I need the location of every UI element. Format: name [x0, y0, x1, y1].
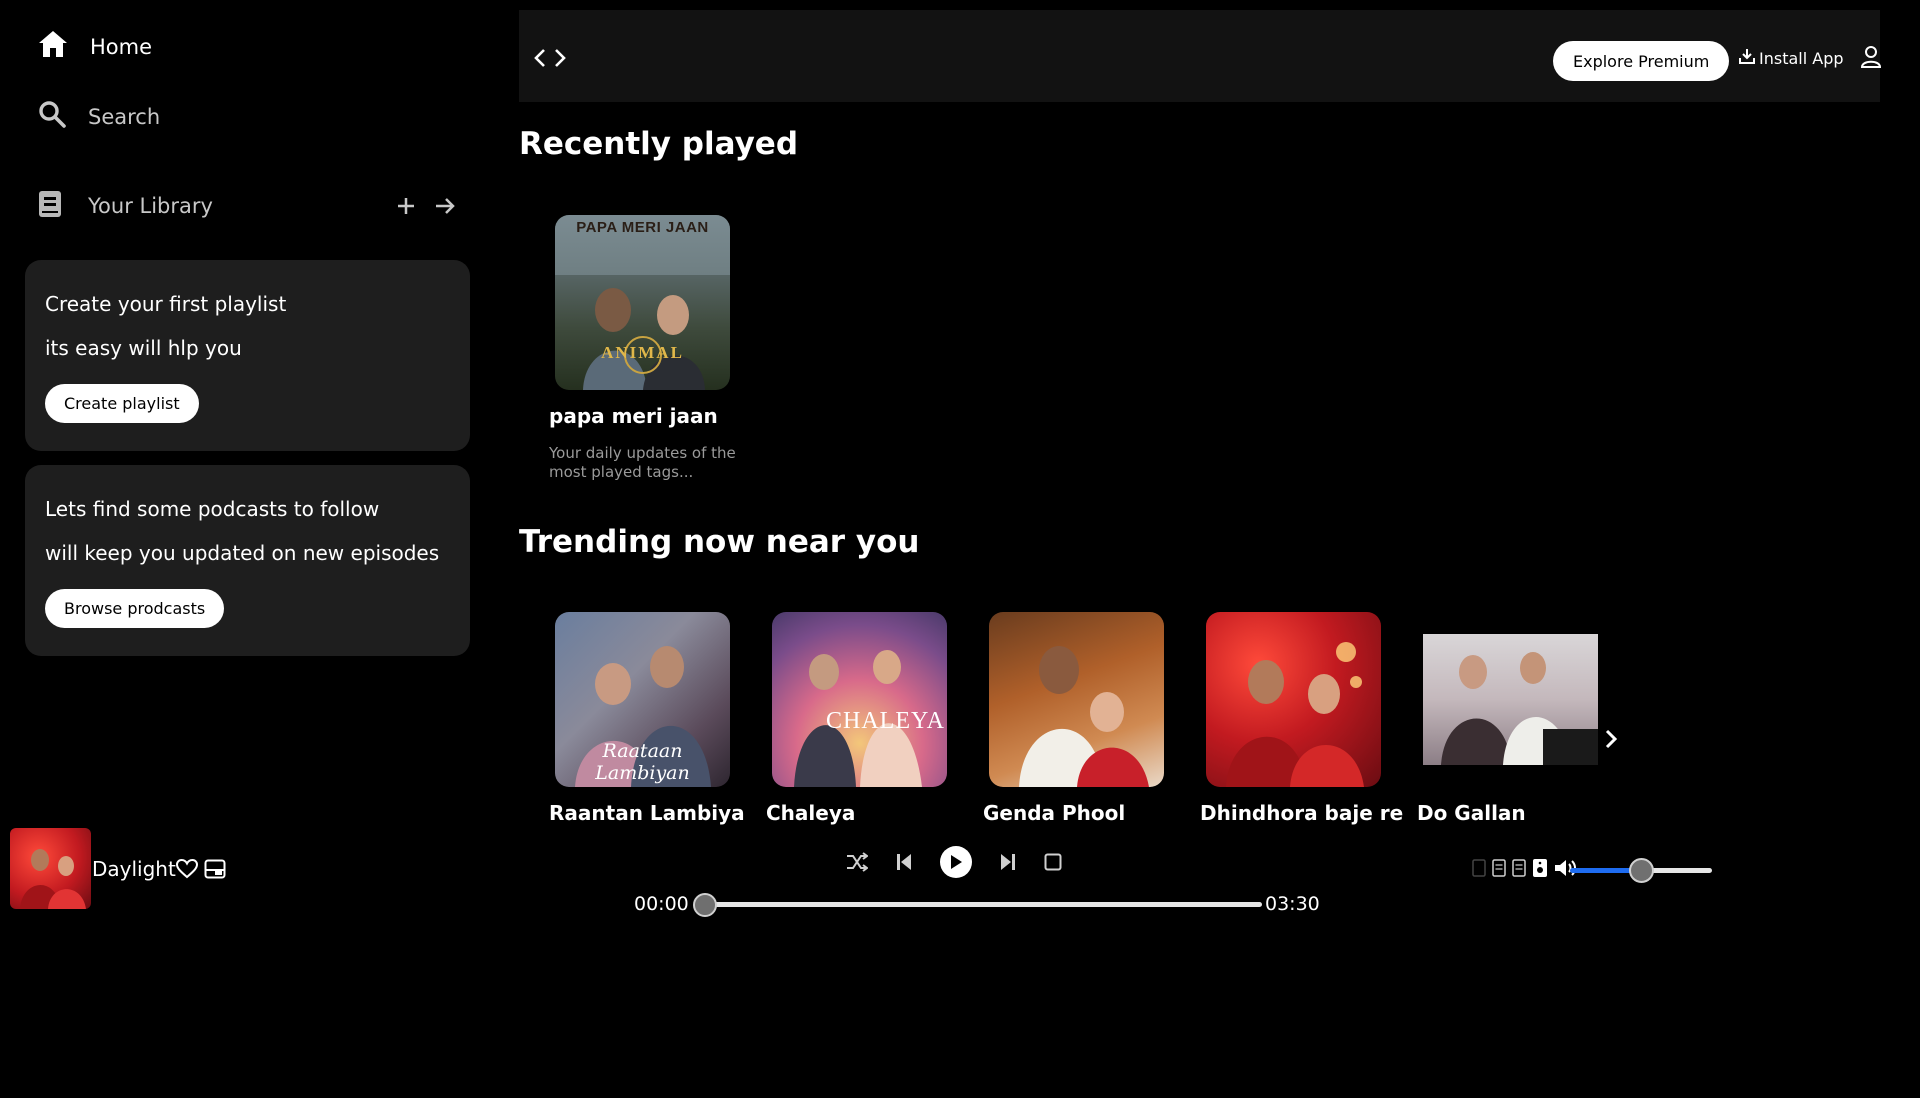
nav-search[interactable]: Search — [38, 100, 160, 133]
nav-home-label: Home — [90, 34, 153, 59]
trending-cover-text-1: Raataan Lambiyan — [595, 740, 690, 784]
recent-cover-title: PAPA MERI JAAN — [576, 219, 709, 236]
plus-icon[interactable] — [396, 196, 416, 216]
trending-tile-title: Genda Phool — [983, 801, 1126, 825]
podcast-card-title: Lets find some podcasts to follow — [45, 497, 380, 521]
queue-icon[interactable] — [1492, 859, 1506, 877]
playlist-card-title: Create your first playlist — [45, 292, 287, 316]
recent-cover-subtitle: ANIMAL — [601, 343, 684, 362]
trending-tile-title: Do Gallan — [1417, 801, 1526, 825]
current-time: 00:00 — [634, 893, 689, 915]
next-icon[interactable] — [1000, 853, 1016, 871]
connect-icon[interactable] — [1512, 859, 1526, 877]
chevron-right-icon[interactable] — [1604, 728, 1618, 750]
trending-tile[interactable]: Raataan Lambiyan Raantan Lambiya — [549, 612, 745, 825]
nav-home[interactable]: Home — [38, 30, 152, 63]
seek-handle[interactable] — [693, 893, 717, 917]
install-app-button[interactable]: Install App — [1739, 48, 1844, 68]
playback-controls — [846, 846, 1062, 878]
shuffle-icon[interactable] — [846, 852, 868, 872]
trending-tile-cover: Raataan Lambiyan — [555, 612, 730, 787]
home-icon — [38, 30, 68, 63]
seek-bar[interactable] — [693, 893, 1262, 917]
create-playlist-button[interactable]: Create playlist — [45, 384, 199, 423]
library-icon[interactable] — [38, 190, 62, 222]
picture-in-picture-icon[interactable] — [204, 859, 226, 879]
playlist-card-subtitle: its easy will hlp you — [45, 336, 242, 360]
previous-icon[interactable] — [896, 853, 912, 871]
trending-tile-title: Chaleya — [766, 801, 856, 825]
trending-tile-cover: CHALEYA — [772, 612, 947, 787]
history-nav — [533, 48, 567, 68]
repeat-icon[interactable] — [1044, 853, 1062, 871]
trending-title: Trending now near you — [519, 524, 920, 560]
now-playing-cover[interactable] — [10, 828, 91, 909]
play-icon[interactable] — [940, 846, 972, 878]
explore-premium-button[interactable]: Explore Premium — [1553, 41, 1730, 81]
volume-handle[interactable] — [1629, 858, 1654, 883]
user-icon[interactable] — [1861, 46, 1881, 68]
podcast-card-subtitle: will keep you updated on new episodes — [45, 541, 440, 565]
heart-icon[interactable] — [176, 859, 198, 879]
volume-slider[interactable] — [1570, 858, 1712, 883]
trending-cover-text-2: CHALEYA — [826, 708, 945, 734]
trending-tile-title: Raantan Lambiya — [549, 801, 745, 825]
recently-played-title: Recently played — [519, 126, 799, 162]
volume-controls — [1472, 858, 1580, 878]
search-icon — [38, 100, 66, 133]
recent-tile-cover: PAPA MERI JAAN ANIMAL — [555, 215, 730, 390]
trending-tile[interactable]: Dhindhora baje re — [1200, 612, 1404, 825]
code-icon[interactable] — [533, 48, 567, 68]
trending-tile-title: Dhindhora baje re — [1200, 801, 1404, 825]
podcasts-card: Lets find some podcasts to follow will k… — [25, 465, 470, 656]
download-icon — [1739, 48, 1755, 68]
nav-search-label: Search — [88, 104, 161, 129]
recent-tile-description: Your daily updates of the most played ta… — [549, 444, 736, 481]
library-header: Your Library — [38, 190, 456, 222]
library-label[interactable]: Your Library — [88, 194, 213, 218]
recent-tile[interactable]: PAPA MERI JAAN ANIMAL papa meri jaan You… — [549, 215, 739, 482]
arrow-right-icon[interactable] — [434, 196, 456, 216]
create-playlist-card: Create your first playlist its easy will… — [25, 260, 470, 451]
trending-tile-cover — [1423, 634, 1598, 765]
trending-tile[interactable]: CHALEYA Chaleya — [766, 612, 956, 825]
lyrics-icon[interactable] — [1472, 859, 1486, 877]
browse-podcasts-button[interactable]: Browse prodcasts — [45, 589, 225, 628]
install-app-label: Install App — [1759, 48, 1844, 68]
device-icon[interactable] — [1532, 858, 1548, 878]
recent-tile-title: papa meri jaan — [549, 404, 718, 428]
trending-tile[interactable]: Do Gallan — [1417, 612, 1607, 825]
trending-tile-cover — [989, 612, 1164, 787]
trending-tile[interactable]: Genda Phool — [983, 612, 1173, 825]
top-bar: Explore Premium Install App — [519, 10, 1881, 102]
now-playing-title: Daylight — [92, 857, 176, 881]
trending-tile-cover — [1206, 612, 1381, 787]
total-time: 03:30 — [1265, 893, 1320, 915]
